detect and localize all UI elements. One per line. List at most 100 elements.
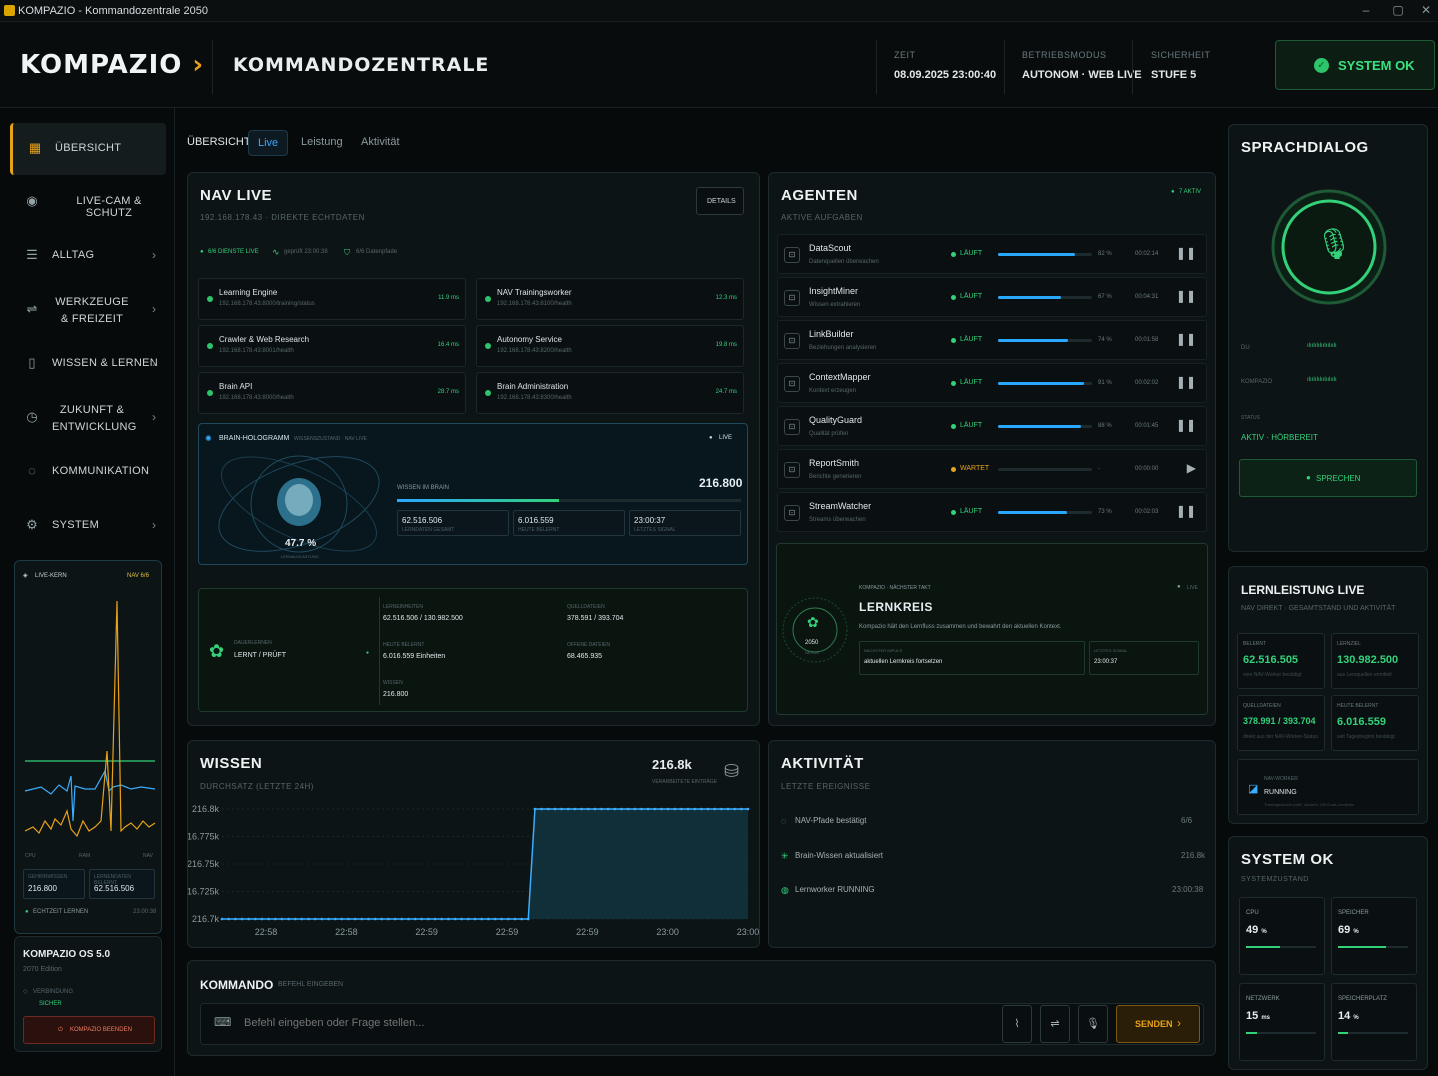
lernleistung-panel: LERNLEISTUNG LIVE NAV DIREKT · GESAMTSTA…	[1228, 566, 1428, 824]
agent-desc: Wissen extrahieren	[809, 302, 861, 308]
mic-button[interactable]: 🎙︎	[1078, 1005, 1108, 1043]
livekern-panel: ◈ LIVE-KERN NAV 6/6 CPU RAM NAV GEHIRNWI…	[14, 560, 162, 934]
service-name: Learning Engine	[219, 288, 278, 297]
service-card[interactable]: Crawler & Web Research 192.168.178.43:800…	[198, 325, 466, 367]
pause-button[interactable]: ❚❚	[1176, 418, 1196, 432]
agent-row[interactable]: ⊡ InsightMiner Wissen extrahieren LÄUFT 67 %…	[777, 277, 1207, 317]
agent-status: LÄUFT	[960, 336, 983, 343]
pause-button[interactable]: ❚❚	[1176, 504, 1196, 518]
status-dot-icon	[951, 424, 956, 429]
paperclip-icon: ⌇	[1014, 1018, 1020, 1030]
system-ok-badge[interactable]: ✓ SYSTEM OK	[1275, 40, 1435, 90]
grid-icon: ▦	[28, 140, 42, 155]
tab-leistung[interactable]: Leistung	[292, 130, 352, 156]
x-tick-label: 22:59	[576, 927, 599, 937]
chart-point	[526, 917, 530, 921]
sidebar-item-werkzeuge[interactable]: ⇌ WERKZEUGE & FREIZEIT ›	[10, 284, 166, 336]
bot-icon: ⊡	[784, 505, 800, 521]
service-card[interactable]: Brain API 192.168.178.43:8000/health 28.7 …	[198, 372, 466, 414]
bot-icon: ⊡	[784, 333, 800, 349]
send-button-label: SENDEN	[1135, 1019, 1173, 1029]
details-button[interactable]: DETAILS	[696, 187, 744, 215]
status-geprueft: geprüft 23:00:38	[284, 249, 328, 255]
agent-row[interactable]: ⊡ ReportSmith Berichte generieren WARTET - 00…	[777, 449, 1207, 489]
play-button[interactable]: ▶	[1187, 461, 1196, 475]
chart-point	[234, 917, 237, 921]
mic-icon[interactable]: 🎙︎	[1315, 227, 1353, 262]
service-card[interactable]: Autonomy Service 192.168.178.43:8200/heal…	[476, 325, 744, 367]
field-value: 62.516.506 / 130.982.500	[383, 615, 463, 622]
agent-row[interactable]: ⊡ StreamWatcher Streams überwachen LÄUFT 73 …	[777, 492, 1207, 532]
agent-status: LÄUFT	[960, 379, 983, 386]
y-tick-label: 216.775k	[188, 832, 219, 842]
agent-desc: Datenquellen überwachen	[809, 259, 879, 265]
agent-desc: Qualität prüfen	[809, 431, 849, 437]
metric-unit: %	[1353, 1015, 1359, 1021]
chart-point	[620, 807, 623, 811]
service-card[interactable]: NAV Trainingsworker 192.168.178.43:8100/h…	[476, 278, 744, 320]
kpi-value: 130.982.500	[1337, 654, 1399, 666]
sidebar-item-kommunikation[interactable]: ◌ KOMMUNIKATION	[10, 446, 166, 498]
agent-desc: Berichte generieren	[809, 474, 862, 480]
tab-aktivitaet[interactable]: Aktivität	[352, 130, 409, 156]
lernkreis-text: Kompazio hält den Lernfluss zusammen und…	[859, 624, 1062, 630]
speak-button[interactable]: ● SPRECHEN	[1239, 459, 1417, 497]
service-card[interactable]: Learning Engine 192.168.178.43:8000/train…	[198, 278, 466, 320]
check-icon: ✓	[1314, 58, 1329, 73]
agent-row[interactable]: ⊡ LinkBuilder Beziehungen analysieren LÄUFT…	[777, 320, 1207, 360]
y-tick-label: 216.7k	[192, 914, 220, 924]
agent-time: 00:02:02	[1135, 380, 1159, 386]
livekern-icon: ◈	[23, 573, 28, 579]
attach-button[interactable]: ⌇	[1002, 1005, 1032, 1043]
status-pfade: 6/6 Datenpfade	[356, 249, 398, 255]
sprachdialog-panel: SPRACHDIALOG 🎙︎ DU ılıılıIılıılıılıılı K…	[1228, 124, 1428, 552]
brand-logo[interactable]: KOMPAZIO ›	[20, 50, 204, 80]
chart-point	[447, 917, 450, 921]
dauerlernen-label: DAUERLERNEN	[234, 640, 272, 646]
kpi-card: BELERNT 62.516.505 vom NAV-Worker bestätig…	[1237, 633, 1325, 689]
service-url: 192.168.178.43:8000/health	[219, 395, 294, 401]
sidebar-item-alltag[interactable]: ☰ ALLTAG ›	[10, 230, 166, 282]
kpi-label: HEUTE BELERNT	[1337, 703, 1379, 709]
exit-button[interactable]: ⏻ KOMPAZIO BEENDEN	[23, 1016, 155, 1044]
agent-row[interactable]: ⊡ DataScout Datenquellen überwachen LÄUFT 82…	[777, 234, 1207, 274]
sidebar-item-system[interactable]: ⚙ SYSTEM ›	[10, 500, 166, 552]
settings-button[interactable]: ⇌	[1040, 1005, 1070, 1043]
service-name: Brain Administration	[497, 382, 569, 391]
agent-row[interactable]: ⊡ ContextMapper Kontext erzeugen LÄUFT 91 % 0…	[777, 363, 1207, 403]
axis-label: RAM	[79, 853, 91, 859]
send-button[interactable]: SENDEN ›	[1116, 1005, 1200, 1043]
chart-point	[500, 917, 503, 921]
gear-icon: ⚙	[26, 517, 38, 532]
sidebar-item-zukunft[interactable]: ◷ ZUKUNFT & ENTWICKLUNG ›	[10, 392, 166, 444]
service-card[interactable]: Brain Administration 192.168.178.43:8300/…	[476, 372, 744, 414]
bot-icon: ⊡	[784, 290, 800, 306]
kommando-title: KOMMANDO	[200, 978, 274, 992]
pause-button[interactable]: ❚❚	[1176, 246, 1196, 260]
chart-point	[613, 807, 617, 811]
pause-button[interactable]: ❚❚	[1176, 289, 1196, 303]
metric-card: SPEICHERPLATZ 14 %	[1331, 983, 1417, 1061]
sidebar-item-live-cam[interactable]: ◉ LIVE-CAM & SCHUTZ	[10, 176, 166, 228]
agent-status: LÄUFT	[960, 508, 983, 515]
livekern-footer-label: ECHTZEIT LERNEN	[33, 909, 89, 915]
sidebar-item-wissen[interactable]: ▯ WISSEN & LERNEN ›	[10, 338, 166, 390]
pause-button[interactable]: ❚❚	[1176, 375, 1196, 389]
agent-row[interactable]: ⊡ QualityGuard Qualität prüfen LÄUFT 88 % 00:…	[777, 406, 1207, 446]
chart-point	[733, 807, 736, 811]
command-input[interactable]	[244, 1011, 984, 1035]
pause-button[interactable]: ❚❚	[1176, 332, 1196, 346]
sidebar-item-uebersicht[interactable]: ▦ ÜBERSICHT	[10, 123, 166, 175]
close-button[interactable]: ✕	[1416, 3, 1436, 17]
navlive-title: NAV LIVE	[200, 187, 273, 204]
tab-live[interactable]: Live	[248, 130, 289, 156]
minimize-button[interactable]: –	[1356, 3, 1376, 17]
chart-point	[340, 917, 344, 921]
chart-point	[387, 917, 390, 921]
wissen-total-label: VERARBEITETE EINTRÄGE	[652, 779, 718, 785]
brand-chevron-icon: ›	[192, 50, 205, 80]
activity-text: Brain-Wissen aktualisiert	[795, 851, 884, 860]
hologram-percent: 47.7 %	[285, 538, 317, 549]
maximize-button[interactable]: ▢	[1388, 3, 1408, 17]
mic-icon: ●	[1306, 473, 1311, 482]
